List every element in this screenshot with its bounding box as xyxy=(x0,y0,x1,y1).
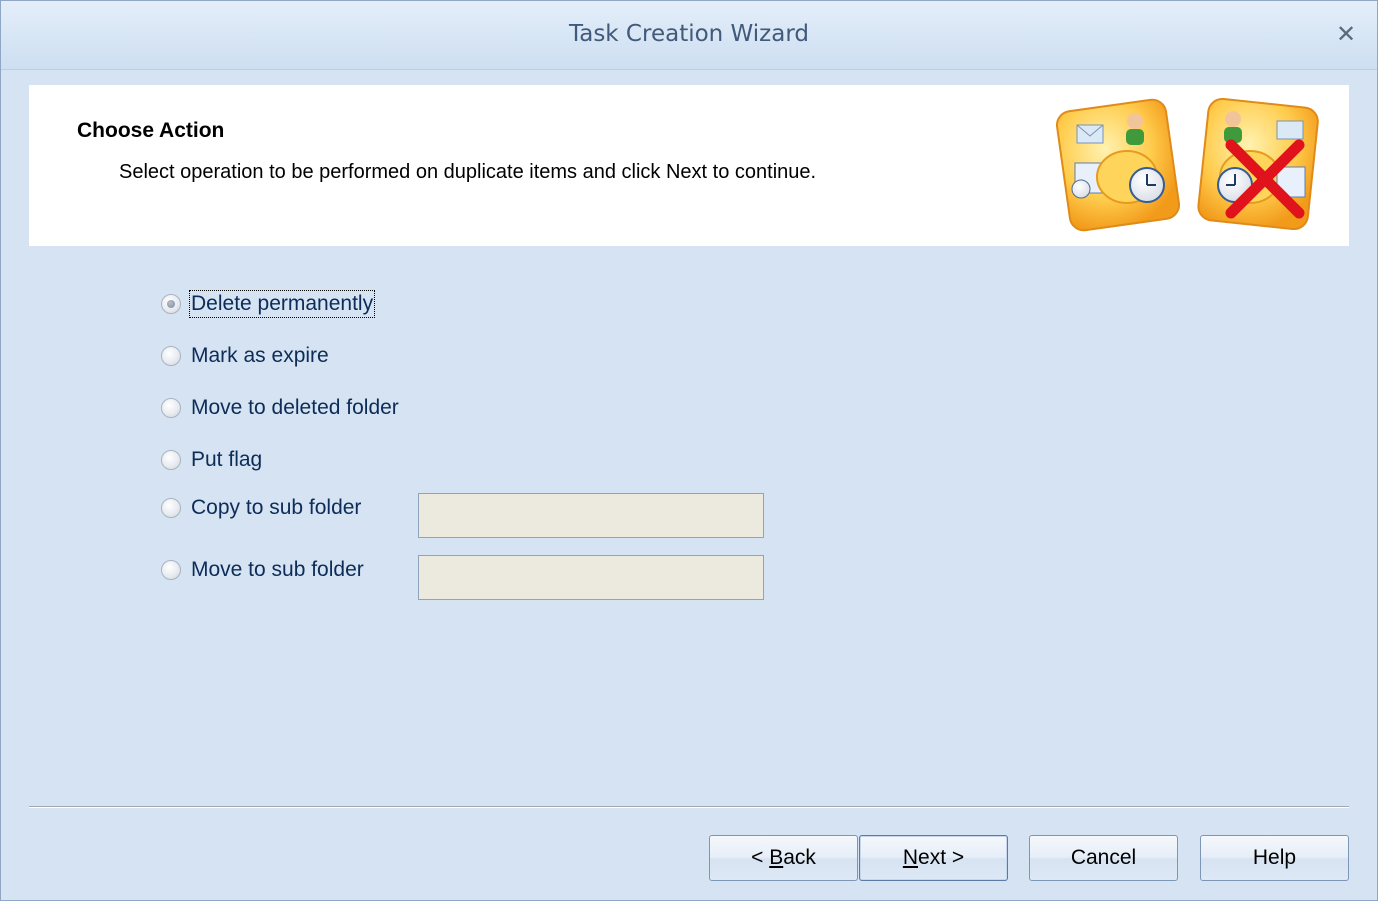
wizard-window: Task Creation Wizard ✕ Choose Action Sel… xyxy=(0,0,1378,901)
help-button[interactable]: Help xyxy=(1200,835,1349,881)
radio-copy-to-sub-folder[interactable] xyxy=(161,498,181,518)
back-button[interactable]: < Back xyxy=(709,835,858,881)
page-subtitle: Select operation to be performed on dupl… xyxy=(119,161,817,183)
next-button[interactable]: Next > xyxy=(859,835,1008,881)
title-bar[interactable]: Task Creation Wizard ✕ xyxy=(1,1,1377,70)
radio-delete-permanently[interactable] xyxy=(161,294,181,314)
option-move-to-deleted-folder[interactable]: Move to deleted folder xyxy=(161,393,399,423)
radio-mark-as-expire[interactable] xyxy=(161,346,181,366)
option-label: Mark as expire xyxy=(191,344,329,367)
option-delete-permanently[interactable]: Delete permanently xyxy=(161,289,376,319)
option-label: Put flag xyxy=(191,448,263,471)
option-copy-to-sub-folder[interactable]: Copy to sub folder xyxy=(161,493,361,523)
cancel-button[interactable]: Cancel xyxy=(1029,835,1178,881)
separator xyxy=(29,806,1349,808)
close-button[interactable]: ✕ xyxy=(1333,19,1359,49)
radio-move-to-deleted-folder[interactable] xyxy=(161,398,181,418)
header-panel: Choose Action Select operation to be per… xyxy=(29,85,1349,246)
next-label-rest: ext > xyxy=(918,846,965,869)
back-label-rest: ack xyxy=(783,846,816,869)
option-label: Delete permanently xyxy=(188,290,376,318)
radio-move-to-sub-folder[interactable] xyxy=(161,560,181,580)
option-label: Copy to sub folder xyxy=(191,496,362,519)
option-move-to-sub-folder[interactable]: Move to sub folder xyxy=(161,555,364,585)
window-title: Task Creation Wizard xyxy=(568,21,810,47)
option-put-flag[interactable]: Put flag xyxy=(161,445,262,475)
move-folder-field[interactable] xyxy=(418,555,764,600)
copy-folder-field[interactable] xyxy=(418,493,764,538)
option-label: Move to sub folder xyxy=(191,558,364,581)
radio-put-flag[interactable] xyxy=(161,450,181,470)
option-mark-as-expire[interactable]: Mark as expire xyxy=(161,341,329,371)
option-label: Move to deleted folder xyxy=(191,396,399,419)
next-access-key: N xyxy=(902,846,919,869)
wizard-banner-icon xyxy=(1055,97,1319,232)
back-access-key: B xyxy=(769,846,784,869)
page-title: Choose Action xyxy=(77,119,225,142)
back-prefix: < xyxy=(751,846,770,869)
